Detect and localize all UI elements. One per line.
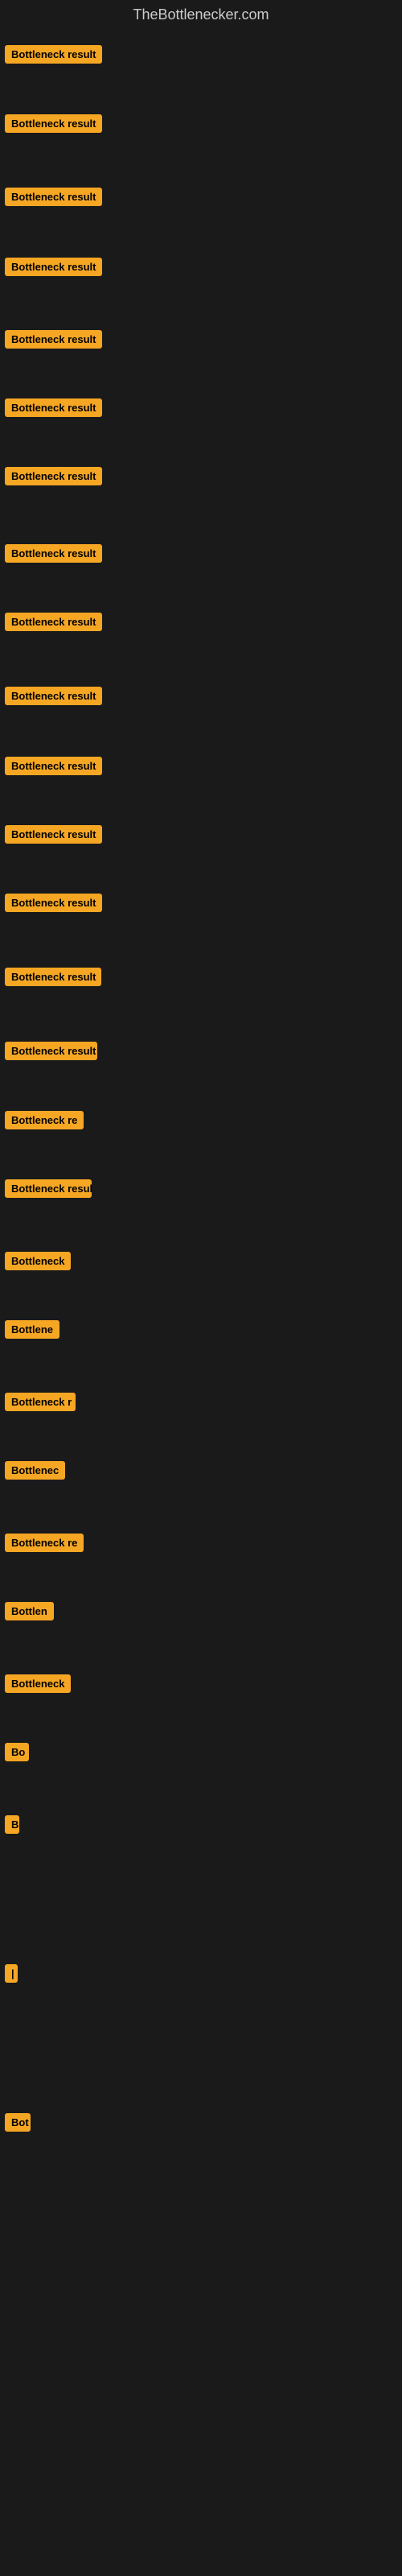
list-item: Bottleneck result xyxy=(0,114,107,137)
list-item: Bottleneck result xyxy=(0,467,107,489)
bottleneck-badge: Bottleneck result xyxy=(5,1042,97,1060)
list-item: Bottleneck result xyxy=(0,894,107,916)
bottleneck-badge: Bot xyxy=(5,2113,31,2132)
list-item: Bottlenec xyxy=(0,1461,70,1484)
bottleneck-badge: Bottleneck result xyxy=(5,188,102,206)
list-item: Bottleneck result xyxy=(0,188,107,210)
list-item: Bottleneck result xyxy=(0,544,107,567)
list-item: Bottleneck result xyxy=(0,968,106,990)
list-item: Bottlen xyxy=(0,1602,59,1624)
list-item: Bottleneck re xyxy=(0,1111,88,1133)
bottleneck-badge: Bottleneck resul xyxy=(5,1179,92,1198)
bottleneck-badge: Bottleneck result xyxy=(5,613,102,631)
bottleneck-badge: B xyxy=(5,1815,19,1834)
bottleneck-badge: Bottleneck r xyxy=(5,1393,76,1411)
bottleneck-badge: Bottlenec xyxy=(5,1461,65,1480)
list-item: Bottleneck result xyxy=(0,825,107,848)
list-item: Bottleneck result xyxy=(0,613,107,635)
bottleneck-badge: Bottleneck result xyxy=(5,330,102,349)
list-item: Bottleneck result xyxy=(0,1042,102,1064)
bottleneck-badge: Bottleneck result xyxy=(5,544,102,563)
list-item: Bottleneck xyxy=(0,1674,76,1697)
bottleneck-badge: Bottlen xyxy=(5,1602,54,1620)
page-container: TheBottlenecker.com Bottleneck result Bot… xyxy=(0,0,402,2576)
list-item: Bottleneck result xyxy=(0,45,107,68)
bottleneck-badge: Bottleneck result xyxy=(5,757,102,775)
list-item: Bottleneck result xyxy=(0,757,107,779)
bottleneck-badge: Bottleneck result xyxy=(5,398,102,417)
list-item: Bottleneck r xyxy=(0,1393,80,1415)
bottleneck-badge: Bottleneck result xyxy=(5,687,102,705)
bottleneck-badge: Bottleneck result xyxy=(5,258,102,276)
bottleneck-badge: Bottleneck xyxy=(5,1252,71,1270)
list-item: Bottleneck result xyxy=(0,330,107,353)
bottleneck-badge: Bottleneck result xyxy=(5,968,101,986)
bottleneck-badge: Bottleneck re xyxy=(5,1111,84,1129)
list-item: Bottlene xyxy=(0,1320,64,1343)
bottleneck-badge: Bottleneck re xyxy=(5,1534,84,1552)
list-item: Bot xyxy=(0,2113,35,2136)
bottleneck-badge: | xyxy=(5,1964,18,1983)
list-item: Bottleneck result xyxy=(0,398,107,421)
list-item: | xyxy=(0,1964,23,1987)
bottleneck-badge: Bottleneck result xyxy=(5,467,102,485)
bottleneck-badge: Bo xyxy=(5,1743,29,1761)
bottleneck-badge: Bottleneck result xyxy=(5,45,102,64)
site-title: TheBottlenecker.com xyxy=(0,0,402,33)
bottleneck-badge: Bottleneck result xyxy=(5,894,102,912)
list-item: Bo xyxy=(0,1743,34,1765)
list-item: Bottleneck result xyxy=(0,687,107,709)
list-item: Bottleneck resul xyxy=(0,1179,96,1202)
list-item: B xyxy=(0,1815,24,1838)
list-item: Bottleneck xyxy=(0,1252,76,1274)
list-item: Bottleneck result xyxy=(0,258,107,280)
bottleneck-badge: Bottleneck result xyxy=(5,825,102,844)
bottleneck-badge: Bottleneck result xyxy=(5,114,102,133)
bottleneck-badge: Bottlene xyxy=(5,1320,59,1339)
list-item: Bottleneck re xyxy=(0,1534,88,1556)
bottleneck-badge: Bottleneck xyxy=(5,1674,71,1693)
